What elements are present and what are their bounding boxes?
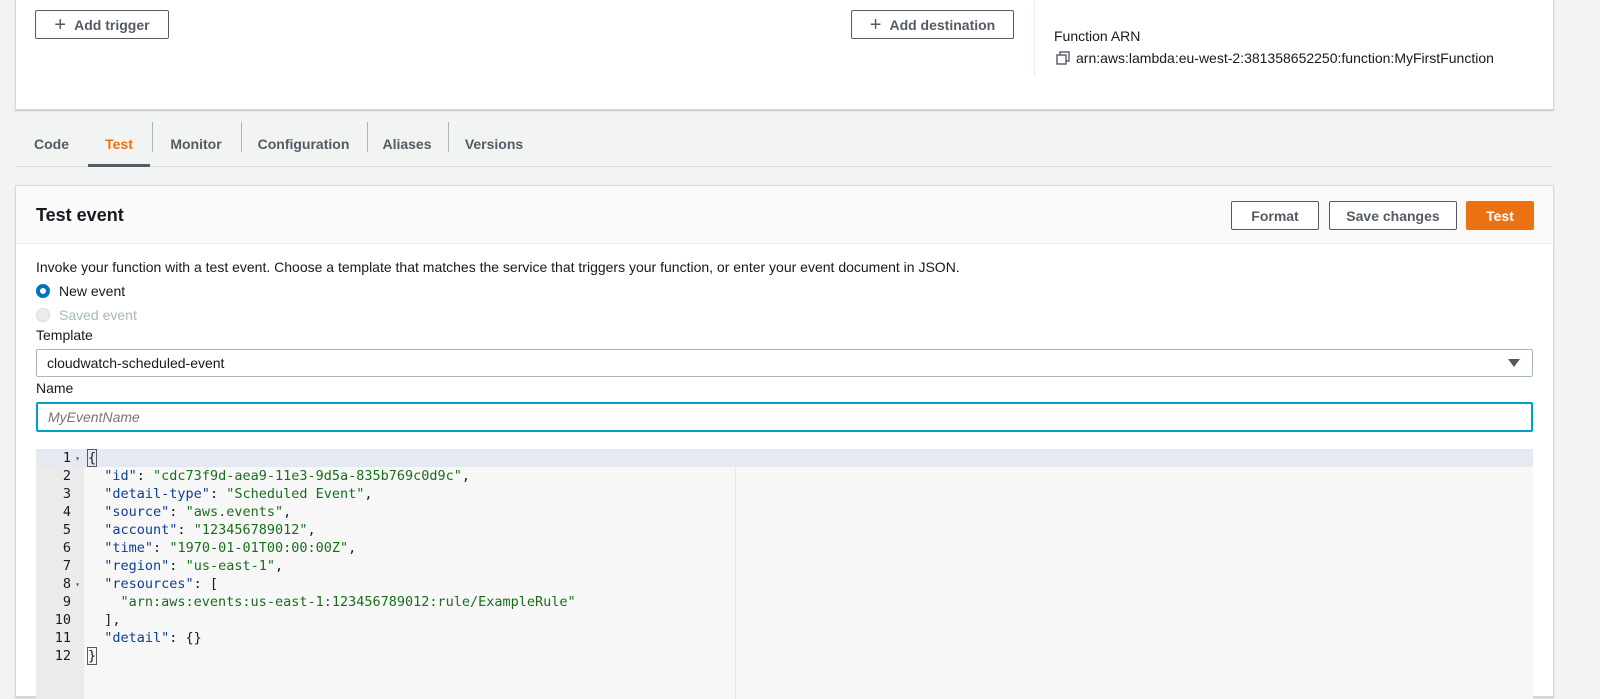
add-destination-label: Add destination [889,16,996,33]
function-overview-card: + Add trigger + Add destination Function… [15,0,1554,110]
saved-event-radio: Saved event [36,307,137,323]
function-tabs: Code Test Monitor Configuration Aliases … [15,122,1552,167]
test-button[interactable]: Test [1466,201,1534,230]
tab-code[interactable]: Code [15,122,88,166]
template-label: Template [36,327,93,343]
code-line-7: "region": "us-east-1", [104,558,284,574]
new-event-radio[interactable]: New event [36,283,125,299]
event-name-input[interactable] [36,402,1533,432]
code-line-10: ], [88,612,121,628]
test-event-description: Invoke your function with a test event. … [36,259,960,275]
editor-line: 6 "time": "1970-01-01T00:00:00Z", [62,540,357,556]
code-line-1: { [86,449,98,467]
code-line-9: "arn:aws:events:us-east-1:123456789012:r… [120,594,576,610]
tab-configuration[interactable]: Configuration [241,122,366,166]
code-line-11: "detail": {} [104,630,202,646]
plus-icon: + [869,13,882,36]
code-line-6: "time": "1970-01-01T00:00:00Z", [104,540,357,556]
template-select[interactable]: cloudwatch-scheduled-event [36,349,1533,377]
format-button[interactable]: Format [1231,201,1319,230]
add-trigger-button[interactable]: + Add trigger [35,10,169,39]
new-event-label: New event [59,283,126,299]
radio-disabled-icon [36,308,50,322]
saved-event-label: Saved event [59,307,137,323]
radio-selected-icon[interactable] [36,284,50,298]
plus-icon: + [54,13,67,36]
code-line-12: } [86,647,98,665]
template-value: cloudwatch-scheduled-event [47,355,225,371]
divider [1034,1,1035,76]
name-label: Name [36,380,74,396]
editor-line: 3 "detail-type": "Scheduled Event", [62,486,373,502]
editor-line: 5 "account": "123456789012", [62,522,316,538]
editor-line: 11 "detail": {} [54,630,202,646]
code-line-5: "account": "123456789012", [104,522,316,538]
copy-icon[interactable] [1056,51,1070,65]
fold-icon[interactable]: ▾ [71,454,84,463]
editor-line: 4 "source": "aws.events", [62,504,292,520]
function-arn-value: arn:aws:lambda:eu-west-2:381358652250:fu… [1056,50,1494,66]
function-arn-label: Function ARN [1054,28,1141,44]
test-event-panel: Test event Format Save changes Test Invo… [15,185,1554,699]
panel-title: Test event [36,205,124,225]
editor-line: 8 ▾ "resources": [ [62,576,219,592]
editor-line: 12} [54,647,98,665]
tab-aliases[interactable]: Aliases [367,122,447,166]
code-line-4: "source": "aws.events", [104,504,292,520]
caret-down-icon [1508,359,1520,367]
json-editor[interactable]: 1 ▾{ 2 "id": "cdc73f9d-aea9-11e3-9d5a-835… [36,449,1533,699]
add-trigger-label: Add trigger [74,16,150,33]
fold-icon[interactable]: ▾ [71,580,84,589]
tab-test[interactable]: Test [88,122,150,167]
editor-line: 1 ▾{ [62,449,98,467]
function-arn-text: arn:aws:lambda:eu-west-2:381358652250:fu… [1076,50,1494,66]
tab-versions[interactable]: Versions [448,122,540,166]
code-line-8: "resources": [ [104,576,219,592]
code-line-3: "detail-type": "Scheduled Event", [104,486,373,502]
add-destination-button[interactable]: + Add destination [851,10,1014,39]
editor-line: 10 ], [54,612,121,628]
tab-monitor[interactable]: Monitor [152,122,240,166]
save-changes-button[interactable]: Save changes [1329,201,1457,230]
code-line-2: "id": "cdc73f9d-aea9-11e3-9d5a-835b769c0… [104,468,471,484]
editor-line: 7 "region": "us-east-1", [62,558,284,574]
editor-line: 9 "arn:aws:events:us-east-1:123456789012… [62,594,576,610]
panel-header: Test event Format Save changes Test [16,186,1553,244]
editor-line: 2 "id": "cdc73f9d-aea9-11e3-9d5a-835b769… [62,468,471,484]
